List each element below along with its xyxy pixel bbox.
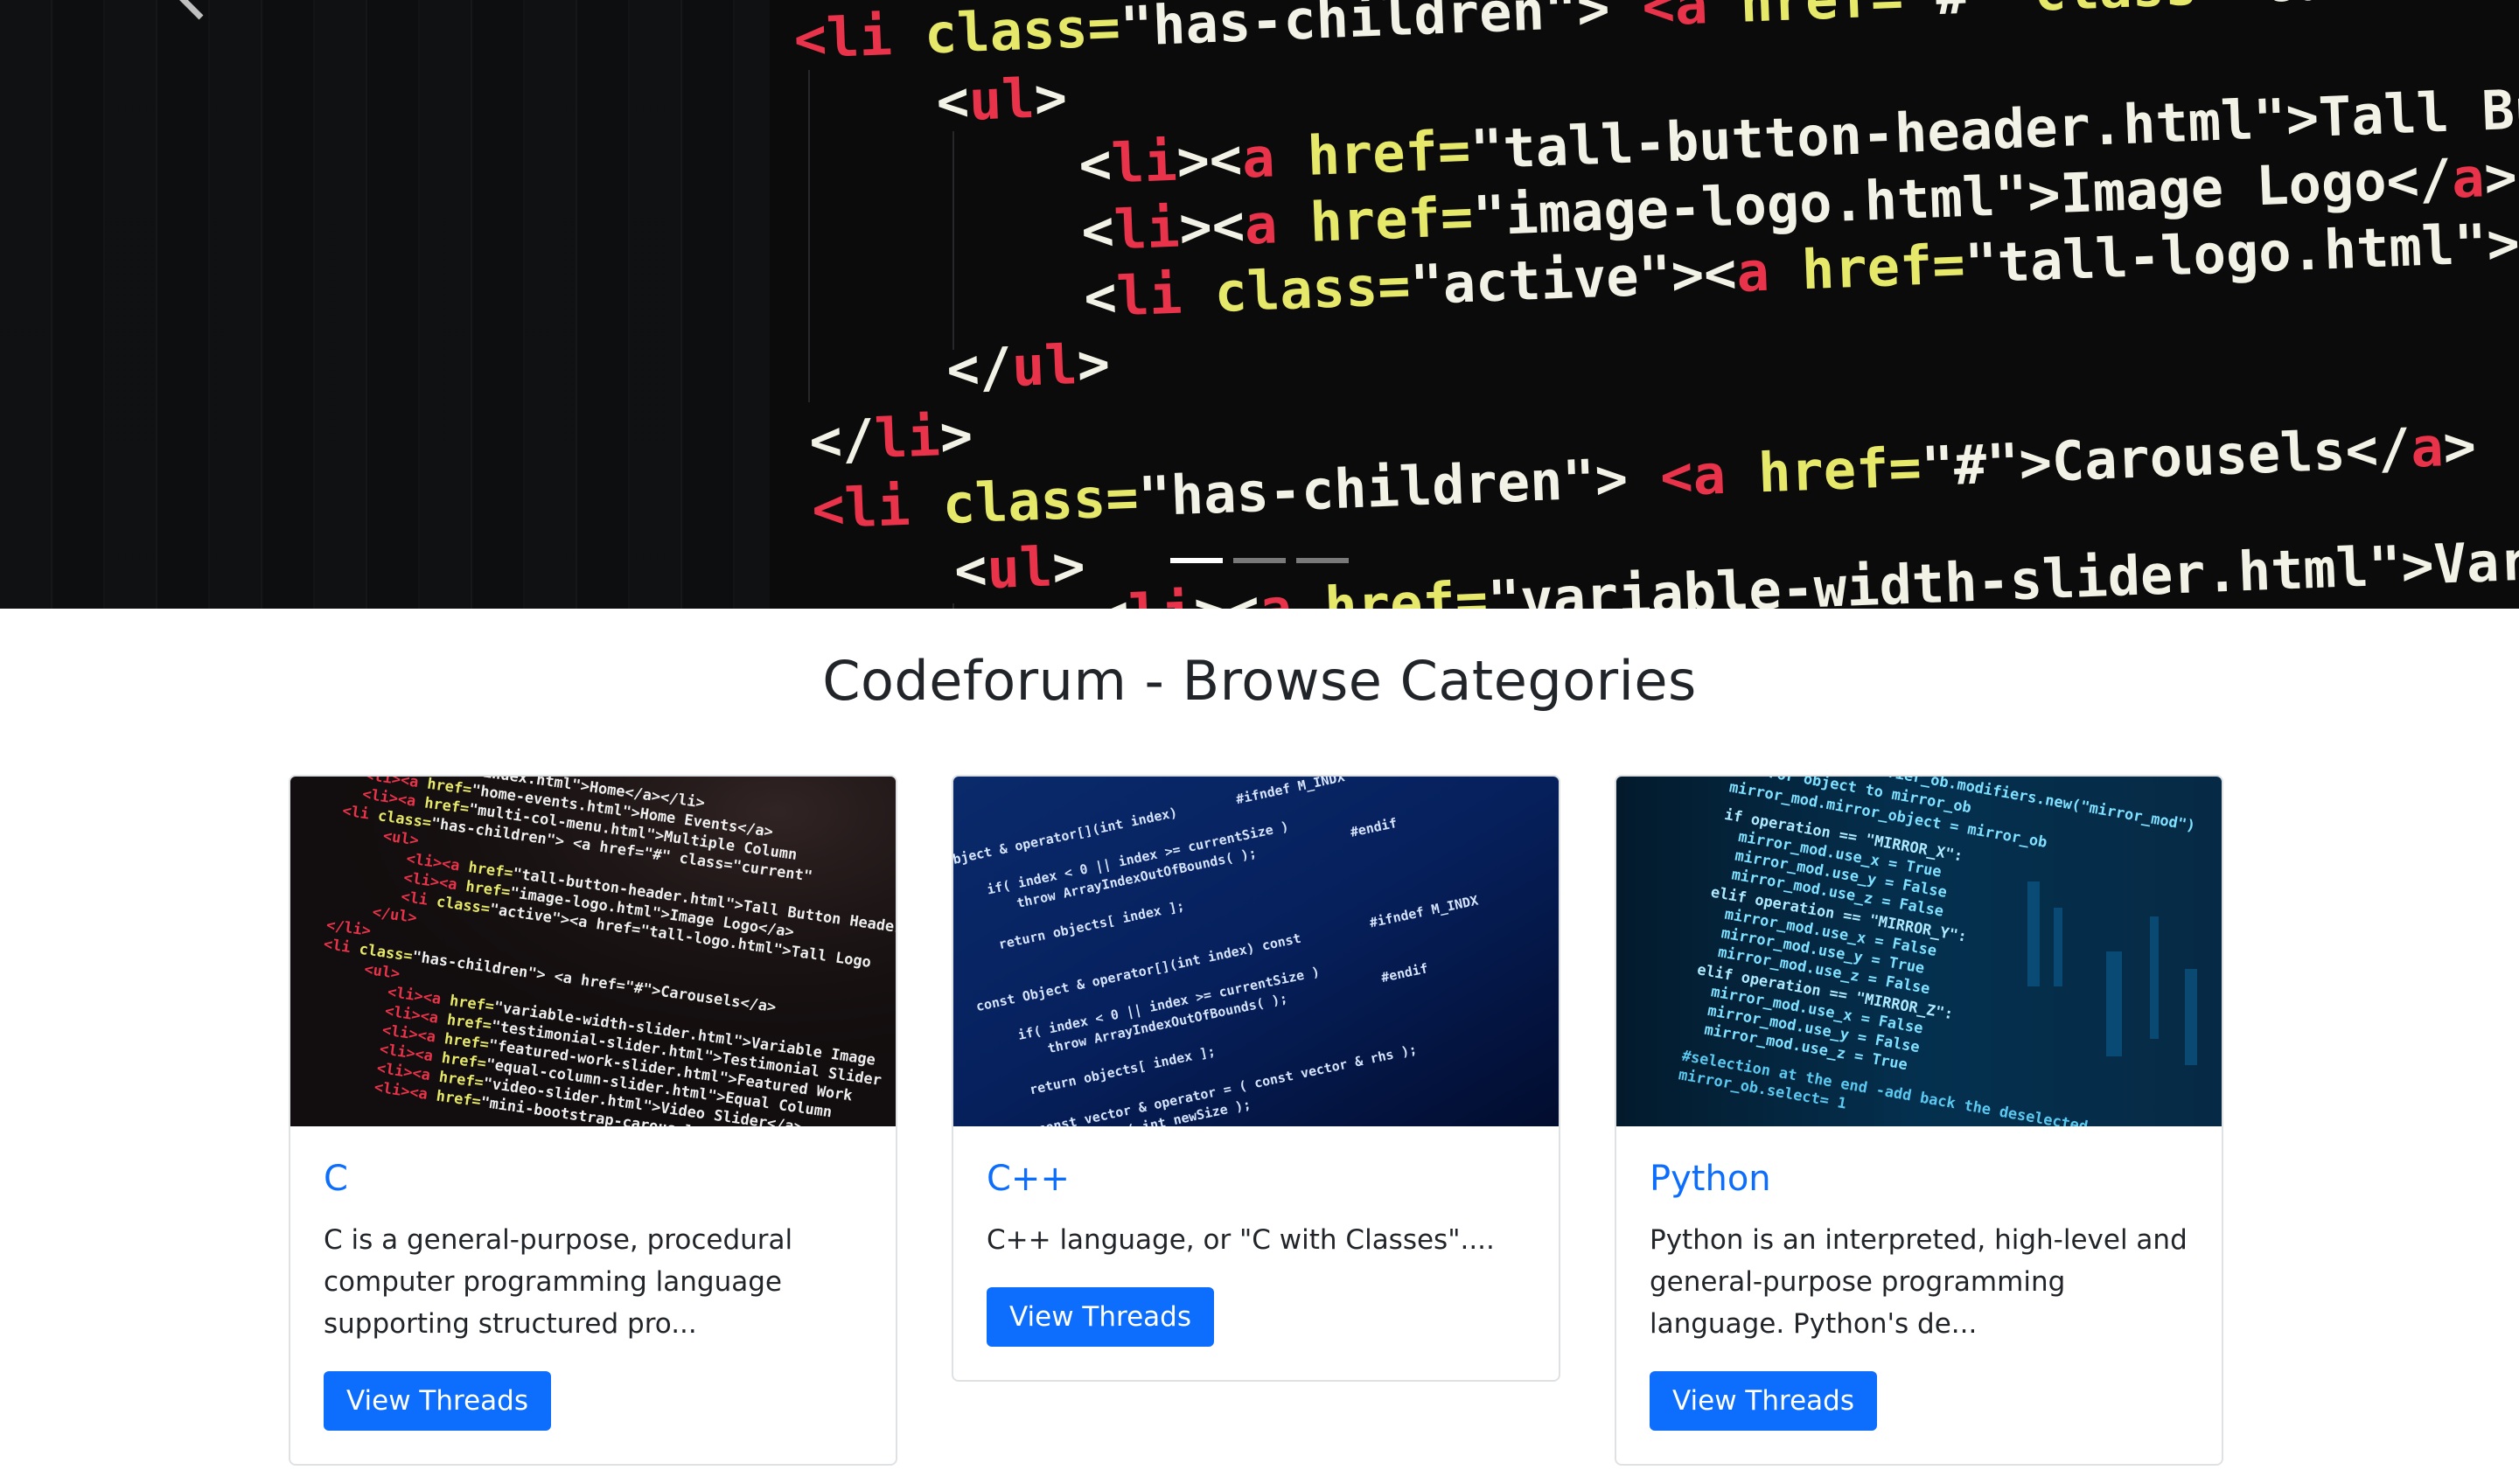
- carousel-indicator-3[interactable]: [1296, 558, 1349, 563]
- category-image-c: <li><a href="index.html">Home</a></li> <…: [290, 777, 896, 1126]
- category-description-cpp: C++ language, or "C with Classes"....: [987, 1224, 1495, 1256]
- category-description-python: Python is an interpreted, high-level and…: [1650, 1224, 2188, 1340]
- category-title-python[interactable]: Python: [1650, 1158, 2188, 1200]
- hero-carousel: <li class="has-children"> <a href="#" cl…: [0, 0, 2519, 609]
- carousel-slide-image: <li class="has-children"> <a href="#" cl…: [792, 0, 2519, 609]
- category-card-c: <li><a href="index.html">Home</a></li> <…: [289, 775, 897, 1466]
- card-body: Python Python is an interpreted, high-le…: [1616, 1126, 2222, 1464]
- code-line-10: <li><a href="variable-width-slider.html"…: [1095, 525, 2519, 609]
- view-threads-button-cpp[interactable]: View Threads: [987, 1287, 1214, 1347]
- code-line-6: </ul>: [945, 331, 1111, 401]
- carousel-indicators: [0, 558, 2519, 563]
- code-line-1: <li class="has-children"> <a href="#" cl…: [792, 0, 2491, 71]
- carousel-indicator-2[interactable]: [1233, 558, 1286, 563]
- category-image-python: mirror_mod = modifier_ob.modifiers.new("…: [1616, 777, 2222, 1126]
- category-title-c[interactable]: C: [324, 1158, 862, 1200]
- view-threads-button-c[interactable]: View Threads: [324, 1371, 551, 1431]
- code-line-7: </li>: [808, 403, 973, 473]
- view-threads-button-python[interactable]: View Threads: [1650, 1371, 1877, 1431]
- category-cards: <li><a href="index.html">Home</a></li> <…: [289, 775, 2230, 1466]
- code-line-9: <ul>: [953, 533, 1086, 603]
- page-title: Codeforum - Browse Categories: [822, 649, 1697, 713]
- category-image-cpp: Object & operator[](int index) #ifndef M…: [953, 777, 1559, 1126]
- card-body: C++ C++ language, or "C with Classes"...…: [953, 1126, 1559, 1380]
- category-card-cpp: Object & operator[](int index) #ifndef M…: [952, 775, 1560, 1382]
- carousel-indicator-1[interactable]: [1170, 558, 1223, 563]
- code-line-8: <li class="has-children"> <a href="#">Ca…: [811, 414, 2477, 541]
- card-body: C C is a general-purpose, procedural com…: [290, 1126, 896, 1464]
- code-line-2: <ul>: [935, 65, 1068, 134]
- chevron-left-icon: [179, 0, 204, 20]
- category-card-python: mirror_mod = modifier_ob.modifiers.new("…: [1615, 775, 2223, 1466]
- carousel-prev-button[interactable]: [166, 0, 219, 26]
- category-description-c: C is a general-purpose, procedural compu…: [324, 1224, 793, 1340]
- category-title-cpp[interactable]: C++: [987, 1158, 1525, 1200]
